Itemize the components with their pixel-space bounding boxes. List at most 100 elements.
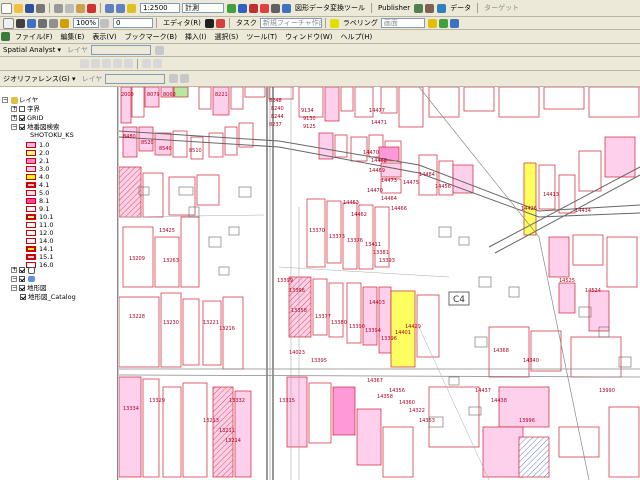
menu-tools[interactable]: ツール(T) bbox=[242, 31, 281, 43]
histogram-icon[interactable] bbox=[154, 45, 164, 55]
link-icon[interactable] bbox=[180, 74, 190, 83]
select-icon[interactable] bbox=[16, 18, 25, 28]
layer-checkbox[interactable] bbox=[19, 276, 25, 282]
toc-layer-catalog[interactable]: 地形図_Catalog bbox=[20, 293, 76, 301]
open-icon[interactable] bbox=[14, 3, 23, 13]
legend-class[interactable]: 5.0 bbox=[26, 189, 49, 197]
toc-layer-grid-symbol[interactable]: − bbox=[11, 275, 36, 283]
rotate-icon[interactable] bbox=[169, 74, 179, 83]
value-box[interactable]: 0 bbox=[113, 18, 153, 28]
labeling-menu[interactable]: ラベリング bbox=[340, 18, 381, 28]
undo-icon[interactable] bbox=[105, 3, 114, 13]
map-view[interactable]: 2000 8079 8060 8221 8248 8240 8244 8237 9134 9130… bbox=[119, 87, 640, 480]
expand-icon[interactable]: + bbox=[11, 115, 17, 121]
redo-icon[interactable] bbox=[116, 3, 125, 13]
legend-class[interactable]: 4.0 bbox=[26, 173, 49, 181]
spatial-analyst-layer-dropdown[interactable] bbox=[90, 45, 151, 55]
print-icon[interactable] bbox=[36, 3, 45, 13]
publisher-menu[interactable]: Publisher bbox=[375, 3, 413, 13]
zoom-out-icon[interactable] bbox=[91, 59, 100, 68]
layer-dropdown[interactable]: 計測 bbox=[182, 3, 224, 13]
legend-class[interactable]: 11.0 bbox=[26, 221, 53, 229]
toolbox-icon[interactable] bbox=[249, 3, 258, 13]
label-manager-icon[interactable] bbox=[427, 18, 437, 28]
toc-root[interactable]: − レイヤ bbox=[2, 96, 38, 104]
arcmap-icon[interactable] bbox=[1, 32, 10, 41]
collapse-icon[interactable]: − bbox=[11, 276, 17, 282]
legend-class[interactable]: 2.1 bbox=[26, 157, 49, 165]
copy-icon[interactable] bbox=[65, 3, 74, 13]
menu-window[interactable]: ウィンドウ(W) bbox=[281, 31, 336, 43]
select-elements-icon[interactable] bbox=[142, 59, 151, 68]
legend-class[interactable]: 14.0 bbox=[26, 237, 53, 245]
menu-selection[interactable]: 選択(S) bbox=[210, 31, 242, 43]
labeling-icon[interactable] bbox=[329, 18, 339, 28]
identify-icon[interactable] bbox=[27, 18, 36, 28]
menu-edit[interactable]: 編集(E) bbox=[57, 31, 89, 43]
label-priority-icon[interactable] bbox=[438, 18, 448, 28]
command-line-icon[interactable] bbox=[260, 3, 269, 13]
layer-select[interactable]: 画面 bbox=[380, 18, 425, 28]
zoom-in-icon[interactable] bbox=[80, 59, 89, 68]
model-builder-icon[interactable] bbox=[271, 3, 280, 13]
publish-icon[interactable] bbox=[414, 3, 424, 13]
menu-help[interactable]: ヘルプ(H) bbox=[337, 31, 377, 43]
expand-icon[interactable]: + bbox=[11, 106, 17, 112]
menu-file[interactable]: ファイル(F) bbox=[11, 31, 57, 43]
collapse-icon[interactable]: − bbox=[11, 285, 17, 291]
delete-icon[interactable] bbox=[87, 3, 96, 13]
georeferencing-menu[interactable]: ジオリファレンス(G) ▾ bbox=[0, 74, 79, 84]
legend-class[interactable]: 9.1 bbox=[26, 205, 49, 213]
help-icon[interactable] bbox=[282, 3, 291, 13]
layer-checkbox[interactable] bbox=[20, 294, 26, 300]
toc-layer-chikeizu[interactable]: − 地形図 bbox=[11, 284, 47, 292]
find-icon[interactable] bbox=[38, 18, 47, 28]
scale-dropdown[interactable]: 1:2500 bbox=[140, 3, 180, 13]
reader-icon[interactable] bbox=[425, 3, 435, 13]
zoom-dropdown[interactable]: 100% bbox=[73, 18, 99, 28]
add-data-icon[interactable] bbox=[127, 3, 136, 13]
legend-class[interactable]: 4.1 bbox=[26, 181, 49, 189]
legend-class[interactable]: 14.1 bbox=[26, 245, 53, 253]
spatial-analyst-menu[interactable]: Spatial Analyst ▾ bbox=[0, 45, 64, 55]
layout-icon[interactable] bbox=[100, 18, 109, 28]
georeferencing-layer-dropdown[interactable] bbox=[105, 73, 166, 84]
legend-class[interactable]: 12.0 bbox=[26, 229, 53, 237]
pan-icon[interactable] bbox=[3, 17, 14, 29]
menu-insert[interactable]: 挿入(I) bbox=[181, 31, 211, 43]
menu-bookmarks[interactable]: ブックマーク(B) bbox=[121, 31, 181, 43]
collapse-icon[interactable]: − bbox=[2, 97, 8, 103]
full-extent-icon[interactable] bbox=[102, 59, 111, 68]
measure-icon[interactable] bbox=[49, 18, 58, 28]
editor-menu[interactable]: エディタ(R) bbox=[160, 18, 204, 28]
toc-layer-chiban[interactable]: − 地番図検索 bbox=[11, 123, 60, 131]
legend-class[interactable]: 10.1 bbox=[26, 213, 53, 221]
catalog-icon[interactable] bbox=[238, 3, 247, 13]
custom-tools-menu[interactable]: 図形データ変換ツール bbox=[292, 3, 368, 13]
editor-toolbar-icon[interactable] bbox=[227, 3, 236, 13]
sketch-icon[interactable] bbox=[204, 18, 214, 28]
layer-checkbox[interactable] bbox=[19, 267, 25, 273]
back-icon[interactable] bbox=[113, 59, 122, 68]
menu-view[interactable]: 表示(V) bbox=[88, 31, 120, 43]
label-weights-icon[interactable] bbox=[449, 18, 459, 28]
data-input-icon[interactable] bbox=[437, 3, 447, 13]
hyperlink-icon[interactable] bbox=[60, 18, 69, 28]
toc-layer-azakai[interactable]: + 字界 bbox=[11, 105, 40, 113]
map-canvas[interactable]: 2000 8079 8060 8221 8248 8240 8244 8237 9134 9130… bbox=[119, 87, 640, 480]
save-icon[interactable] bbox=[25, 3, 34, 13]
paste-icon[interactable] bbox=[76, 3, 85, 13]
toc-layer-grid[interactable]: + GRID bbox=[11, 114, 43, 122]
new-icon[interactable] bbox=[1, 2, 12, 14]
legend-class[interactable]: 15.1 bbox=[26, 253, 53, 261]
cut-icon[interactable] bbox=[54, 3, 63, 13]
legend-class[interactable]: 1.0 bbox=[26, 141, 49, 149]
legend-class[interactable]: 8.1 bbox=[26, 197, 49, 205]
expand-icon[interactable]: + bbox=[11, 267, 17, 273]
collapse-icon[interactable]: − bbox=[11, 124, 17, 130]
legend-class[interactable]: 3.0 bbox=[26, 165, 49, 173]
toc-layer-unnamed[interactable]: + bbox=[11, 266, 36, 274]
layer-checkbox[interactable] bbox=[19, 285, 25, 291]
edit-pencil-icon[interactable] bbox=[215, 18, 225, 28]
task-dropdown[interactable]: 新規フィーチャ作成 bbox=[259, 18, 322, 28]
